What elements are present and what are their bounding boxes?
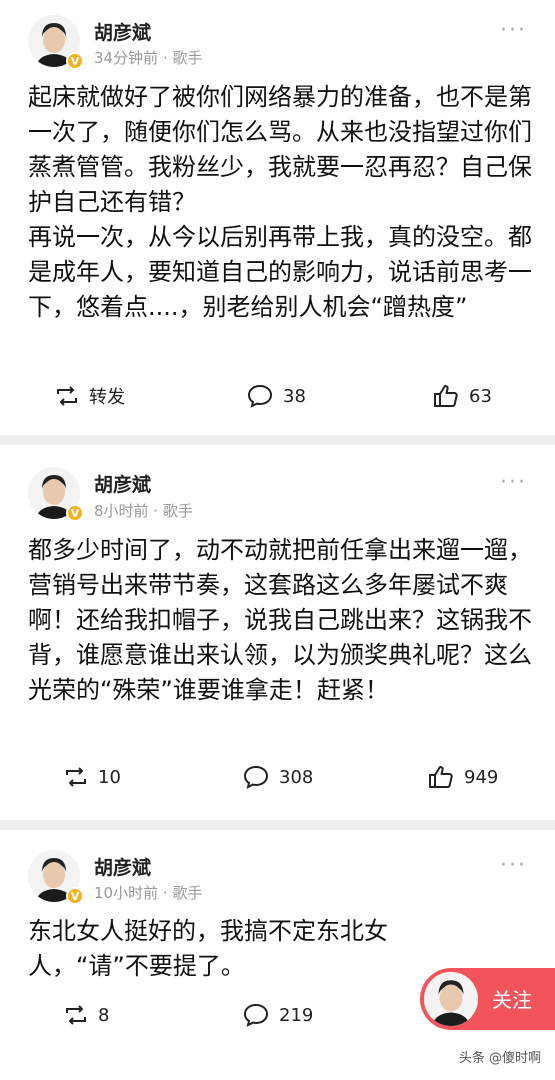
repost-button[interactable]: 转发: [55, 381, 125, 411]
post-paragraph: 东北女人挺好的，我搞不定东北女人，“请”不要提了。: [28, 917, 388, 980]
more-options-icon[interactable]: ···: [500, 470, 527, 495]
like-button[interactable]: 63: [433, 381, 492, 411]
post-actions: 转发 38 63: [0, 381, 555, 411]
comment-icon: [243, 1003, 269, 1027]
repost-icon: [66, 767, 86, 787]
post-content: 起床就做好了被你们网络暴力的准备，也不是第一次了，随便你们怎么骂。从来也没指望过…: [28, 80, 533, 325]
post-card-3: V 胡彦斌 10小时前 · 歌手 ··· 东北女人挺好的，我搞不定东北女人，“请…: [0, 830, 555, 1080]
author-name[interactable]: 胡彦斌: [94, 470, 151, 497]
comment-count: 219: [279, 1004, 314, 1026]
repost-button[interactable]: 8: [64, 1000, 109, 1030]
comment-icon: [243, 765, 269, 789]
repost-count: 8: [98, 1004, 110, 1026]
thumbs-up-icon: [434, 385, 458, 407]
post-separator: [0, 435, 555, 445]
follow-label: 关注: [492, 988, 532, 1012]
repost-icon: [66, 1005, 86, 1025]
post-content: 都多少时间了，动不动就把前任拿出来遛一遛，营销号出来带节奏，这套路这么多年屡试不…: [28, 533, 533, 708]
follow-button[interactable]: 关注: [420, 968, 555, 1030]
post-content: 东北女人挺好的，我搞不定东北女人，“请”不要提了。: [28, 914, 428, 984]
verified-badge-icon: V: [66, 52, 84, 70]
verified-badge-icon: V: [66, 504, 84, 522]
repost-label: 转发: [89, 387, 125, 408]
comment-count: 308: [279, 766, 314, 788]
post-separator: [0, 820, 555, 830]
like-button[interactable]: 949: [428, 762, 498, 792]
repost-button[interactable]: 10: [64, 762, 121, 792]
source-watermark: 头条 @傻时啊: [458, 1051, 541, 1066]
like-count: 63: [469, 385, 492, 407]
thumbs-up-icon: [429, 766, 453, 788]
comment-button[interactable]: 38: [247, 381, 306, 411]
post-card-1: V 胡彦斌 34分钟前 · 歌手 ··· 起床就做好了被你们网络暴力的准备，也不…: [0, 0, 555, 435]
post-actions: 10 308 949: [0, 762, 555, 792]
comment-button[interactable]: 219: [243, 1000, 313, 1030]
avatar[interactable]: V: [28, 467, 84, 522]
like-count: 949: [464, 766, 499, 788]
more-options-icon[interactable]: ···: [500, 18, 527, 43]
repost-count: 10: [98, 766, 121, 788]
post-meta: 8小时前 · 歌手: [94, 502, 193, 520]
avatar-image: [424, 972, 478, 1026]
verified-badge-icon: V: [66, 887, 84, 905]
follow-avatar: [424, 972, 478, 1026]
post-paragraph: 起床就做好了被你们网络暴力的准备，也不是第一次了，随便你们怎么骂。从来也没指望过…: [28, 83, 532, 216]
avatar[interactable]: V: [28, 850, 84, 905]
comment-count: 38: [283, 385, 306, 407]
post-paragraph: 再说一次，从今以后别再带上我，真的没空。都是成年人，要知道自己的影响力，说话前思…: [28, 223, 532, 321]
author-name[interactable]: 胡彦斌: [94, 18, 151, 45]
post-meta: 10小时前 · 歌手: [94, 884, 203, 902]
comment-icon: [247, 384, 273, 408]
post-paragraph: 都多少时间了，动不动就把前任拿出来遛一遛，营销号出来带节奏，这套路这么多年屡试不…: [28, 536, 532, 704]
post-card-2: V 胡彦斌 8小时前 · 歌手 ··· 都多少时间了，动不动就把前任拿出来遛一遛…: [0, 445, 555, 820]
more-options-icon[interactable]: ···: [500, 853, 527, 878]
avatar[interactable]: V: [28, 15, 84, 70]
repost-icon: [57, 386, 77, 406]
post-meta: 34分钟前 · 歌手: [94, 49, 203, 67]
author-name[interactable]: 胡彦斌: [94, 853, 151, 880]
comment-button[interactable]: 308: [243, 762, 313, 792]
